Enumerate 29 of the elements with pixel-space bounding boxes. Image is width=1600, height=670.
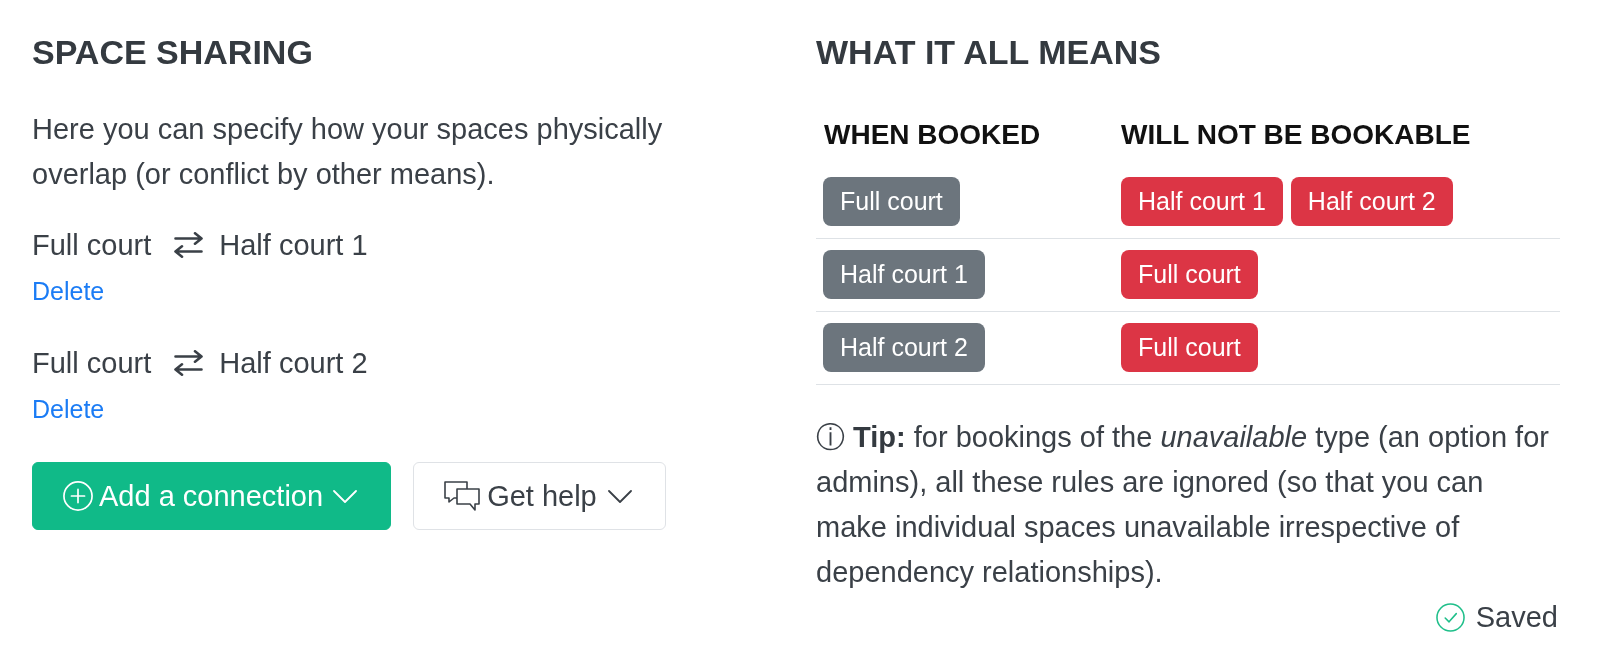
- space-name: Full court: [32, 228, 152, 263]
- delete-link[interactable]: Delete: [32, 273, 105, 309]
- delete-link[interactable]: Delete: [32, 391, 105, 427]
- chat-bubbles-icon: [444, 481, 481, 511]
- space-name: Full court: [32, 346, 152, 381]
- chevron-down-icon: [607, 489, 632, 503]
- space-name: Half court 1: [219, 228, 368, 263]
- add-connection-button[interactable]: Add a connection: [32, 462, 392, 530]
- space-badge: Full court: [823, 177, 960, 226]
- tip-text: ⓘ Tip: for bookings of the unavailable type (an option for admins), all these rules are ignored (so that you can make individual spaces unavailable irrespective of dependency relationships).: [816, 420, 1550, 590]
- space-badge: Half court 2: [823, 323, 985, 372]
- section-title: WHAT IT ALL MEANS: [816, 32, 1161, 73]
- get-help-button[interactable]: Get help: [413, 462, 666, 530]
- plus-circle-icon: [63, 481, 93, 511]
- arrows-left-right-icon: [173, 350, 205, 376]
- column-header: WILL NOT BE BOOKABLE: [1121, 118, 1471, 152]
- section-title: SPACE SHARING: [32, 32, 313, 73]
- space-badge: Half court 1: [1121, 177, 1283, 226]
- saved-status: Saved: [1475, 600, 1558, 635]
- check-circle-icon: [1435, 602, 1465, 632]
- arrows-left-right-icon: [173, 232, 205, 258]
- space-badge: Half court 1: [823, 250, 985, 299]
- space-badge: Full court: [1121, 250, 1258, 299]
- description-text: Here you can specify how your spaces physically overlap (or conflict by other means).: [32, 112, 664, 192]
- column-header: WHEN BOOKED: [824, 118, 1041, 152]
- space-badge: Half court 2: [1290, 177, 1453, 226]
- space-name: Half court 2: [219, 346, 368, 381]
- space-badge: Full court: [1121, 323, 1258, 372]
- chevron-down-icon: [333, 489, 358, 503]
